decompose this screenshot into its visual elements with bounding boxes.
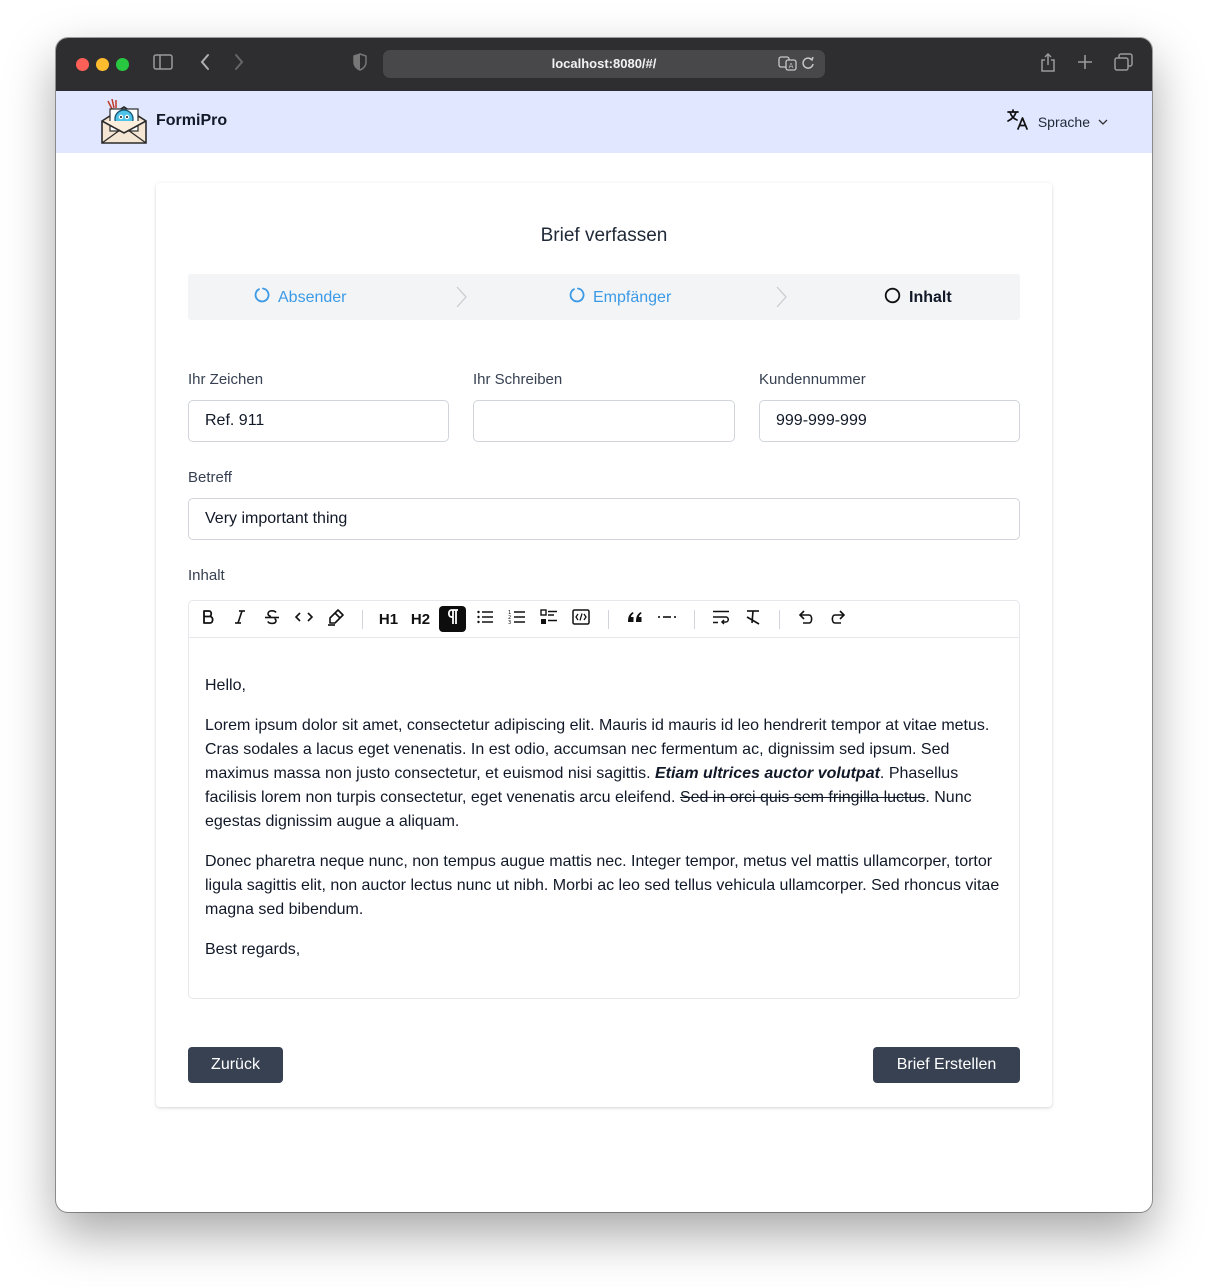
close-window-button[interactable] bbox=[76, 58, 89, 71]
text-wrap-icon bbox=[712, 609, 730, 630]
bold-icon bbox=[201, 609, 215, 630]
page-title: Brief verfassen bbox=[540, 225, 668, 246]
clear-format-icon bbox=[744, 609, 762, 630]
closing-paragraph: Best regards, bbox=[205, 941, 301, 958]
italic-button[interactable] bbox=[226, 606, 253, 632]
highlighter-icon bbox=[327, 608, 345, 631]
new-tab-icon[interactable] bbox=[1076, 53, 1094, 76]
code-icon bbox=[294, 610, 314, 629]
redo-icon bbox=[829, 609, 847, 630]
undo-icon bbox=[797, 609, 815, 630]
translate-icon bbox=[1006, 107, 1030, 136]
toolbar-divider bbox=[694, 610, 695, 629]
horizontal-rule-icon bbox=[657, 610, 677, 629]
task-list-button[interactable] bbox=[535, 606, 562, 632]
body-paragraph-1: Lorem ipsum dolor sit amet, consectetur … bbox=[205, 717, 990, 830]
horizontal-rule-button[interactable] bbox=[653, 606, 680, 632]
rich-text-editor[interactable]: H1 H2 123 Hello, Lorem ipsum dolor sit a… bbox=[188, 600, 1020, 999]
betreff-label: Betreff bbox=[188, 469, 232, 486]
step-progress-icon bbox=[254, 287, 270, 308]
heading-1-button[interactable]: H1 bbox=[375, 606, 402, 632]
reload-icon[interactable] bbox=[801, 56, 815, 74]
strikethrough-button[interactable] bbox=[258, 606, 285, 632]
heading-2-button[interactable]: H2 bbox=[407, 606, 434, 632]
step-label: Inhalt bbox=[909, 289, 952, 306]
redo-button[interactable] bbox=[824, 606, 851, 632]
back-button[interactable]: Zurück bbox=[188, 1047, 283, 1083]
paragraph-icon bbox=[446, 608, 460, 631]
language-label: Sprache bbox=[1037, 113, 1090, 130]
clear-format-button[interactable] bbox=[739, 606, 766, 632]
betreff-input[interactable] bbox=[188, 498, 1020, 540]
letter-form-card: Brief verfassen Absender Empfänger Inhal… bbox=[156, 183, 1052, 1107]
bold-button[interactable] bbox=[194, 606, 221, 632]
toolbar-divider bbox=[779, 610, 780, 629]
share-icon[interactable] bbox=[1040, 52, 1056, 78]
ordered-list-button[interactable]: 123 bbox=[503, 606, 530, 632]
hard-break-button[interactable] bbox=[707, 606, 734, 632]
app-header: FormiPro Sprache bbox=[56, 91, 1152, 153]
strikethrough-text: Sed in orci quis sem fringilla luctus bbox=[679, 789, 926, 806]
kundennummer-label: Kundennummer bbox=[759, 371, 866, 388]
chevron-right-icon bbox=[454, 286, 468, 313]
ihr-schreiben-input[interactable] bbox=[473, 400, 735, 442]
svg-text:A: A bbox=[788, 62, 793, 70]
step-label: Empfänger bbox=[593, 288, 672, 306]
shield-icon bbox=[353, 53, 367, 76]
bullet-list-button[interactable] bbox=[471, 606, 498, 632]
step-absender[interactable]: Absender bbox=[254, 287, 347, 308]
step-inhalt[interactable]: Inhalt bbox=[884, 287, 952, 309]
checklist-icon bbox=[539, 608, 558, 630]
step-label: Absender bbox=[278, 288, 347, 306]
minimize-window-button[interactable] bbox=[96, 58, 109, 71]
back-nav-icon[interactable] bbox=[199, 53, 211, 76]
step-active-icon bbox=[884, 287, 901, 309]
ihr-zeichen-input[interactable] bbox=[188, 400, 449, 442]
strikethrough-icon bbox=[264, 609, 280, 630]
sidebar-toggle-icon[interactable] bbox=[153, 53, 173, 75]
ordered-list-icon: 123 bbox=[508, 609, 526, 630]
stepper: Absender Empfänger Inhalt bbox=[188, 274, 1020, 320]
ihr-zeichen-label: Ihr Zeichen bbox=[188, 371, 264, 388]
language-selector[interactable]: Sprache bbox=[1006, 107, 1108, 136]
chevron-right-icon bbox=[774, 286, 788, 313]
chevron-down-icon bbox=[1098, 113, 1108, 131]
browser-window: localhost:8080/#/ A FormiPro Sprache Bri… bbox=[56, 38, 1152, 1212]
tab-overview-icon[interactable] bbox=[1114, 53, 1134, 76]
step-empfaenger[interactable]: Empfänger bbox=[569, 287, 671, 308]
svg-text:3: 3 bbox=[508, 620, 511, 625]
undo-button[interactable] bbox=[792, 606, 819, 632]
highlight-button[interactable] bbox=[322, 606, 349, 632]
code-block-icon bbox=[571, 608, 590, 630]
translate-page-icon[interactable]: A bbox=[778, 56, 801, 74]
ihr-schreiben-label: Ihr Schreiben bbox=[473, 371, 563, 388]
browser-toolbar: localhost:8080/#/ A bbox=[56, 38, 1152, 91]
create-letter-button[interactable]: Brief Erstellen bbox=[873, 1047, 1020, 1083]
maximize-window-button[interactable] bbox=[116, 58, 129, 71]
forward-nav-icon[interactable] bbox=[233, 53, 245, 76]
quote-icon bbox=[626, 610, 644, 629]
italic-icon bbox=[233, 609, 247, 630]
toolbar-divider bbox=[362, 610, 363, 629]
inhalt-label: Inhalt bbox=[188, 567, 225, 584]
url-text: localhost:8080/#/ bbox=[551, 56, 657, 71]
bullet-list-icon bbox=[476, 609, 494, 630]
bold-italic-text: Etiam ultrices auctor volutpat bbox=[654, 765, 880, 782]
brand-name: FormiPro bbox=[156, 112, 228, 129]
paragraph-button[interactable] bbox=[439, 606, 466, 632]
greeting-paragraph: Hello, bbox=[205, 677, 246, 694]
code-block-button[interactable] bbox=[567, 606, 594, 632]
formipro-logo[interactable] bbox=[100, 98, 148, 145]
code-button[interactable] bbox=[290, 606, 317, 632]
toolbar-divider bbox=[608, 610, 609, 629]
blockquote-button[interactable] bbox=[621, 606, 648, 632]
editor-toolbar: H1 H2 123 bbox=[189, 601, 1019, 638]
body-paragraph-2: Donec pharetra neque nunc, non tempus au… bbox=[205, 853, 1000, 918]
address-bar[interactable]: localhost:8080/#/ A bbox=[383, 50, 825, 78]
kundennummer-input[interactable] bbox=[759, 400, 1020, 442]
step-progress-icon bbox=[569, 287, 585, 308]
editor-content[interactable]: Hello, Lorem ipsum dolor sit amet, conse… bbox=[205, 674, 1005, 978]
